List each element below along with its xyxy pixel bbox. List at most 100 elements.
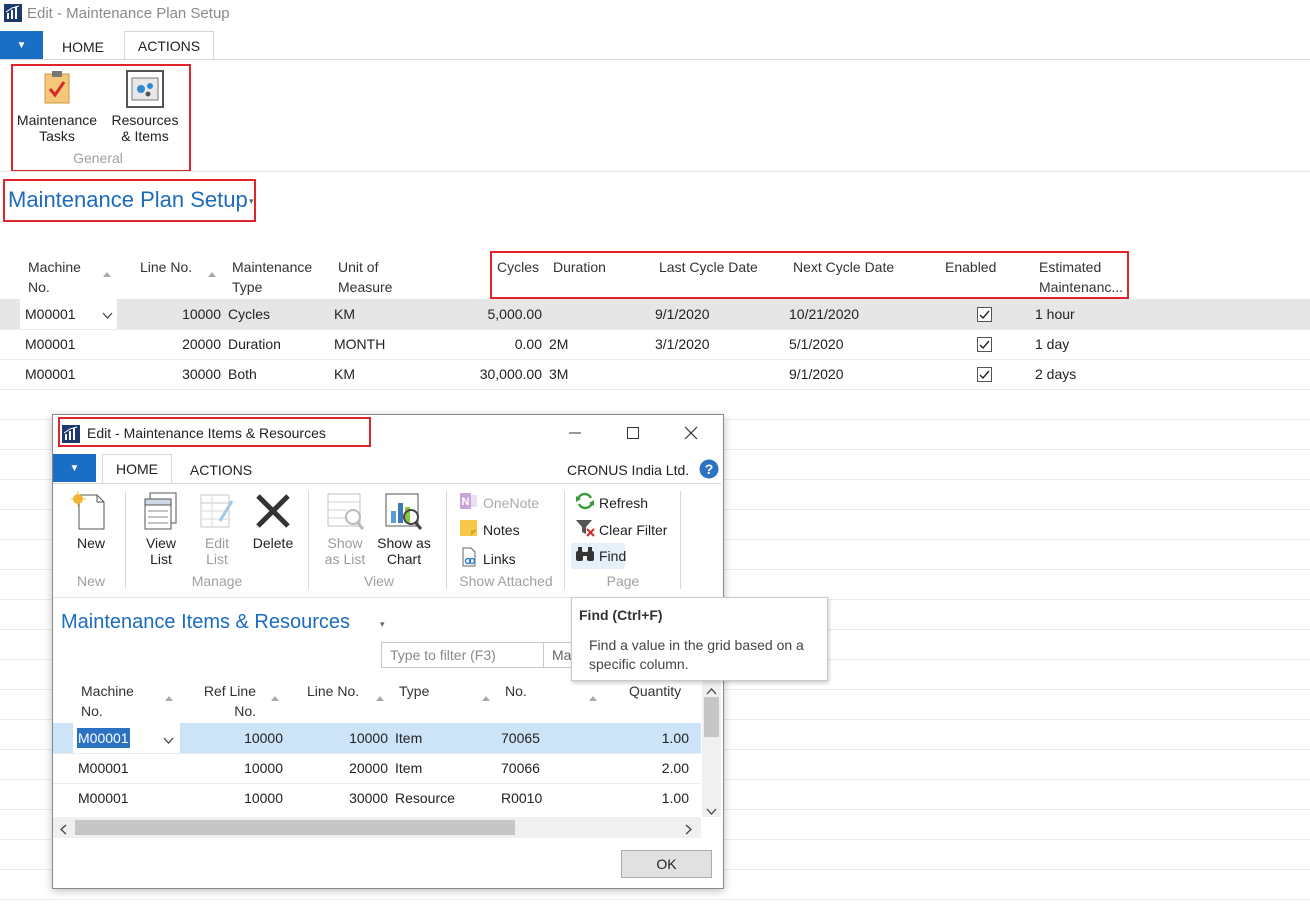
help-icon[interactable]: ? [699, 459, 719, 479]
scroll-down-icon[interactable] [706, 803, 717, 819]
app-logo-icon [4, 4, 22, 22]
cell-cycles: 30,000.00 [479, 366, 542, 382]
filter-input[interactable]: Type to filter (F3) [381, 642, 545, 668]
resources-items-button[interactable]: Resources & Items [106, 68, 184, 146]
col-header-next-cycle-date[interactable]: Next Cycle Date [793, 257, 894, 277]
dialog-menu-button[interactable]: ▼ [53, 454, 96, 482]
show-as-list-button[interactable]: Show as List [321, 491, 369, 569]
show-as-chart-icon [385, 493, 423, 534]
onenote-button[interactable]: N OneNote [459, 492, 539, 514]
vertical-scrollbar[interactable] [702, 679, 721, 817]
cell-machine-no: M00001 [25, 336, 76, 352]
title-dropdown-icon[interactable]: ▾ [380, 619, 385, 630]
clear-filter-button[interactable]: Clear Filter [575, 519, 667, 541]
notes-button[interactable]: Notes [459, 519, 520, 541]
col-header-uom-line2: Measure [338, 279, 393, 295]
tab-actions[interactable]: ACTIONS [124, 31, 214, 61]
dialog-tab-home[interactable]: HOME [102, 454, 172, 485]
cell-machine-no: M00001 [78, 790, 129, 806]
ribbon-separator [308, 491, 309, 589]
cell-quantity: 1.00 [661, 730, 689, 746]
ribbon-separator [564, 491, 565, 589]
find-label: Find [599, 548, 627, 564]
app-menu-button[interactable]: ▼ [0, 31, 43, 59]
col-header-maintenance-type-line1: Maintenance [232, 259, 313, 275]
cell-next-cycle-date: 9/1/2020 [789, 366, 844, 382]
menu-caret-icon: ▼ [69, 462, 80, 474]
tab-home[interactable]: HOME [49, 33, 117, 60]
vertical-scroll-thumb[interactable] [704, 697, 719, 737]
enabled-checkbox[interactable] [977, 307, 992, 322]
col-header-line-no[interactable]: Line No. [307, 681, 359, 701]
col-header-duration[interactable]: Duration [553, 257, 606, 277]
enabled-checkbox[interactable] [977, 337, 992, 352]
col-header-enabled[interactable]: Enabled [945, 257, 996, 277]
edit-list-button[interactable]: Edit List [195, 491, 239, 569]
delete-button[interactable]: Delete [249, 491, 297, 553]
tab-divider [0, 59, 1310, 60]
links-button[interactable]: Links [459, 547, 516, 571]
svg-text:?: ? [705, 461, 714, 477]
menu-caret-icon: ▼ [16, 39, 27, 51]
enabled-checkbox[interactable] [977, 367, 992, 382]
col-header-quantity[interactable]: Quantity [629, 681, 681, 701]
cell-machine-no: M00001 [25, 306, 76, 322]
close-icon[interactable] [683, 425, 699, 441]
cell-duration: 2M [549, 336, 569, 352]
col-header-ref-line-no[interactable]: Ref Line No. [202, 681, 256, 721]
col-header-line-no[interactable]: Line No. [140, 257, 192, 277]
cell-line-no: 10000 [182, 306, 221, 322]
group-label-page: Page [606, 573, 640, 589]
minimize-icon[interactable] [567, 425, 583, 441]
ok-label: OK [656, 856, 677, 872]
show-as-chart-button[interactable]: Show as Chart [375, 491, 433, 569]
col-header-line2: No. [81, 703, 103, 719]
cell-cycles: 0.00 [514, 336, 542, 352]
links-label: Links [483, 551, 516, 567]
chevron-down-icon[interactable] [102, 307, 113, 323]
view-list-button[interactable]: View List [139, 491, 183, 569]
scroll-up-icon[interactable] [706, 682, 717, 698]
scroll-right-icon[interactable] [685, 822, 693, 838]
tooltip-line-2: specific column. [589, 656, 689, 672]
maximize-icon[interactable] [625, 425, 641, 441]
window-title: Edit - Maintenance Plan Setup [27, 5, 230, 22]
title-dropdown-icon[interactable]: ▾ [249, 196, 254, 207]
cell-uom: KM [334, 306, 355, 322]
cell-no: 70065 [501, 730, 540, 746]
horizontal-scrollbar[interactable] [53, 817, 701, 838]
ok-button[interactable]: OK [621, 850, 712, 878]
sort-icon [165, 696, 173, 701]
refresh-button[interactable]: Refresh [575, 492, 648, 514]
cell-last-cycle-date: 9/1/2020 [655, 306, 710, 322]
col-header-machine-no[interactable]: Machine No. [81, 681, 134, 721]
chevron-down-icon[interactable] [163, 732, 174, 748]
scroll-left-icon[interactable] [59, 822, 67, 838]
col-header-last-cycle-date[interactable]: Last Cycle Date [659, 257, 758, 277]
maintenance-tasks-label-2: Tasks [39, 128, 75, 144]
col-header-estimated-maintenance[interactable]: Estimated Maintenanc... [1039, 257, 1123, 297]
cell-last-cycle-date: 3/1/2020 [655, 336, 710, 352]
new-button[interactable]: New [67, 491, 115, 553]
ribbon-separator [446, 491, 447, 589]
maintenance-tasks-button[interactable]: Maintenance Tasks [13, 68, 101, 146]
col-header-machine-no[interactable]: Machine No. [28, 257, 81, 297]
clipboard-check-icon [43, 70, 71, 104]
col-header-unit-of-measure[interactable]: Unit of Measure [338, 257, 392, 297]
col-header-cycles[interactable]: Cycles [497, 257, 539, 277]
show-as-list-icon [327, 493, 365, 534]
svg-text:N: N [462, 496, 470, 508]
cell-no: R0010 [501, 790, 543, 806]
refresh-icon [575, 492, 595, 514]
row-divider [53, 783, 701, 784]
find-button[interactable]: Find [571, 543, 627, 569]
dialog-tab-actions[interactable]: ACTIONS [178, 456, 264, 483]
cell-ref-line-no: 10000 [244, 760, 283, 776]
col-header-maintenance-type[interactable]: Maintenance Type [232, 257, 312, 297]
horizontal-scroll-thumb[interactable] [75, 820, 515, 835]
cell-maintenance-type: Both [228, 366, 257, 382]
company-name: CRONUS India Ltd. [567, 462, 690, 478]
show-as-list-label-1: Show [327, 535, 363, 551]
col-header-no[interactable]: No. [505, 681, 527, 701]
col-header-type[interactable]: Type [399, 681, 429, 701]
